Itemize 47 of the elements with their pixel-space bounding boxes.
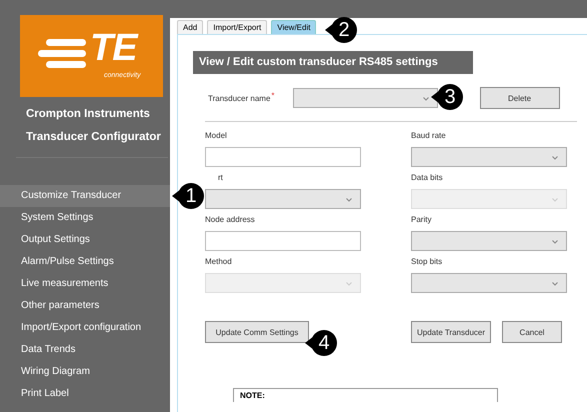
field-label: rt [217, 173, 224, 183]
chevron-down-icon [552, 198, 558, 202]
chevron-down-icon [552, 156, 558, 160]
field-label: Baud rate [411, 131, 447, 141]
chevron-down-icon [346, 198, 352, 202]
field-label: Parity [411, 215, 432, 225]
field-label: Data bits [411, 173, 444, 183]
sidebar-item[interactable]: Print Label [0, 383, 170, 405]
tab[interactable]: Add [177, 20, 204, 34]
chevron-down-icon [552, 282, 558, 286]
logo-mark: TE [90, 29, 137, 67]
app-title: Crompton Instruments [26, 107, 151, 122]
chevron-down-icon [422, 97, 429, 101]
tab[interactable]: Import/Export [207, 20, 268, 34]
dropdown[interactable] [411, 273, 567, 293]
delete-button[interactable]: Delete [480, 87, 560, 109]
field-label: Method [205, 257, 233, 267]
field-label: Node address [205, 215, 256, 225]
sidebar-item[interactable]: Live measurements [0, 273, 170, 295]
chevron-down-icon [346, 282, 352, 286]
chevron-down-icon [552, 240, 558, 244]
app-title: Transducer Configurator [26, 130, 162, 145]
input-field[interactable] [205, 147, 361, 167]
sidebar-item[interactable]: Output Settings [0, 229, 170, 251]
stripes-icon [38, 39, 86, 69]
field-label: Transducer name [208, 94, 270, 102]
input-field[interactable] [205, 231, 361, 251]
sidebar-item[interactable]: Alarm/Pulse Settings [0, 251, 170, 273]
sidebar-item[interactable]: Data Trends [0, 339, 170, 361]
dropdown[interactable] [411, 147, 567, 167]
update-comm-settings-button[interactable]: Update Comm Settings [205, 321, 309, 343]
update-transducer-button[interactable]: Update Transducer [411, 321, 491, 343]
cancel-button[interactable]: Cancel [502, 321, 562, 343]
dropdown[interactable] [205, 189, 361, 209]
field-label: Model [205, 131, 228, 141]
dropdown[interactable] [411, 231, 567, 251]
sidebar-item[interactable]: Customize Transducer [0, 185, 170, 207]
required-mark: * [271, 91, 275, 100]
sidebar-item[interactable]: Import/Export configuration [0, 317, 170, 339]
section-header: View / Edit custom transducer RS485 settings [193, 51, 473, 74]
tab[interactable]: View/Edit [271, 20, 316, 34]
field-label: Stop bits [411, 257, 444, 267]
sidebar-item[interactable]: Other parameters [0, 295, 170, 317]
sidebar-item[interactable]: System Settings [0, 207, 170, 229]
sidebar-item[interactable]: Wiring Diagram [0, 361, 170, 383]
transducer-name-dropdown[interactable] [292, 88, 438, 108]
note-box: NOTE: [233, 388, 498, 402]
